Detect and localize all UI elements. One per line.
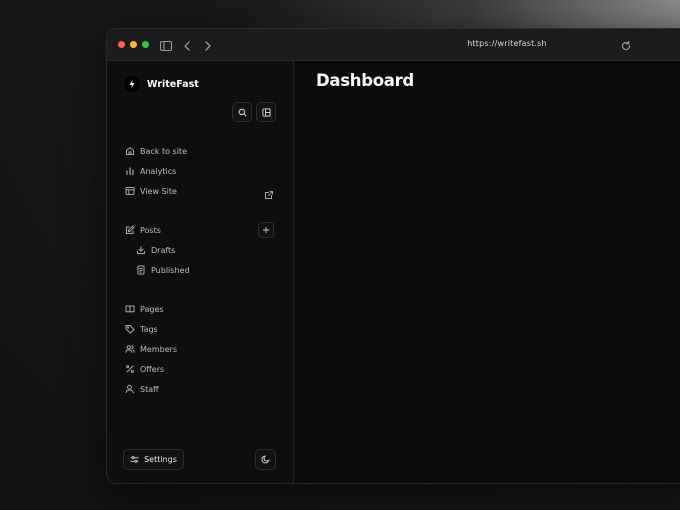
search-button[interactable] [232, 102, 252, 122]
back-arrow-icon[interactable] [180, 38, 194, 52]
brand[interactable]: WriteFast [124, 75, 199, 93]
browser-window: https://writefast.sh WriteFast Back to s… [106, 28, 680, 484]
sidebar-item-label: Pages [140, 304, 164, 314]
add-post-button[interactable] [258, 222, 274, 238]
sidebar-item-label: Back to site [140, 146, 187, 156]
bar-chart-icon [126, 167, 134, 176]
sidebar-item-label: Offers [140, 364, 165, 374]
percent-icon [126, 365, 134, 373]
layout-icon [125, 187, 135, 195]
document-icon [137, 265, 145, 275]
sidebar-item-label: Drafts [151, 245, 176, 255]
sidebar-item-label: Members [140, 344, 178, 354]
sidebar-toggle-icon[interactable] [159, 38, 173, 52]
search-icon [238, 108, 246, 116]
sidebar-item-analytics[interactable]: Analytics [125, 164, 176, 178]
panel-icon [261, 107, 271, 117]
sidebar-item-tags[interactable]: Tags [125, 322, 158, 336]
users-icon [125, 345, 135, 353]
sidebar-item-staff[interactable]: Staff [125, 382, 159, 396]
sidebar-item-label: Published [151, 265, 190, 275]
address-bar[interactable]: https://writefast.sh [407, 38, 607, 50]
sidebar-item-view-site[interactable]: View Site [125, 184, 177, 198]
settings-button[interactable]: Settings [123, 449, 184, 470]
sidebar-item-label: Staff [140, 384, 159, 394]
sidebar-item-label: Posts [140, 225, 161, 235]
browser-titlebar: https://writefast.sh [107, 29, 680, 61]
layout-toggle-button[interactable] [256, 102, 276, 122]
sidebar-item-label: View Site [140, 186, 177, 196]
sidebar-item-published[interactable]: Published [136, 263, 190, 277]
sidebar-item-posts[interactable]: Posts [125, 223, 161, 237]
sidebar-item-members[interactable]: Members [125, 342, 177, 356]
sliders-icon [130, 456, 139, 463]
edit-icon [126, 225, 135, 234]
moon-icon [261, 455, 270, 464]
sidebar-item-drafts[interactable]: Drafts [136, 243, 175, 257]
tag-icon [125, 325, 135, 334]
theme-toggle-button[interactable] [255, 449, 276, 470]
minimize-window-button[interactable] [130, 41, 137, 48]
forward-arrow-icon[interactable] [201, 38, 215, 52]
sidebar-item-back-to-site[interactable]: Back to site [125, 144, 187, 158]
sidebar: WriteFast Back to site Analytics View Si… [107, 61, 294, 483]
download-icon [137, 246, 145, 254]
page-title: Dashboard [316, 71, 414, 90]
sidebar-item-label: Tags [140, 324, 158, 334]
brand-name: WriteFast [147, 78, 199, 90]
book-icon [125, 305, 135, 313]
maximize-window-button[interactable] [142, 41, 149, 48]
sidebar-item-offers[interactable]: Offers [125, 362, 164, 376]
close-window-button[interactable] [118, 41, 125, 48]
lightning-bolt-icon [124, 76, 140, 92]
settings-label: Settings [144, 455, 177, 464]
plus-icon [262, 226, 270, 234]
reload-icon[interactable] [619, 38, 633, 52]
user-icon [125, 384, 135, 394]
sidebar-item-pages[interactable]: Pages [125, 302, 164, 316]
sidebar-item-label: Analytics [140, 166, 177, 176]
external-link-icon[interactable] [264, 185, 274, 199]
home-icon [126, 146, 134, 155]
